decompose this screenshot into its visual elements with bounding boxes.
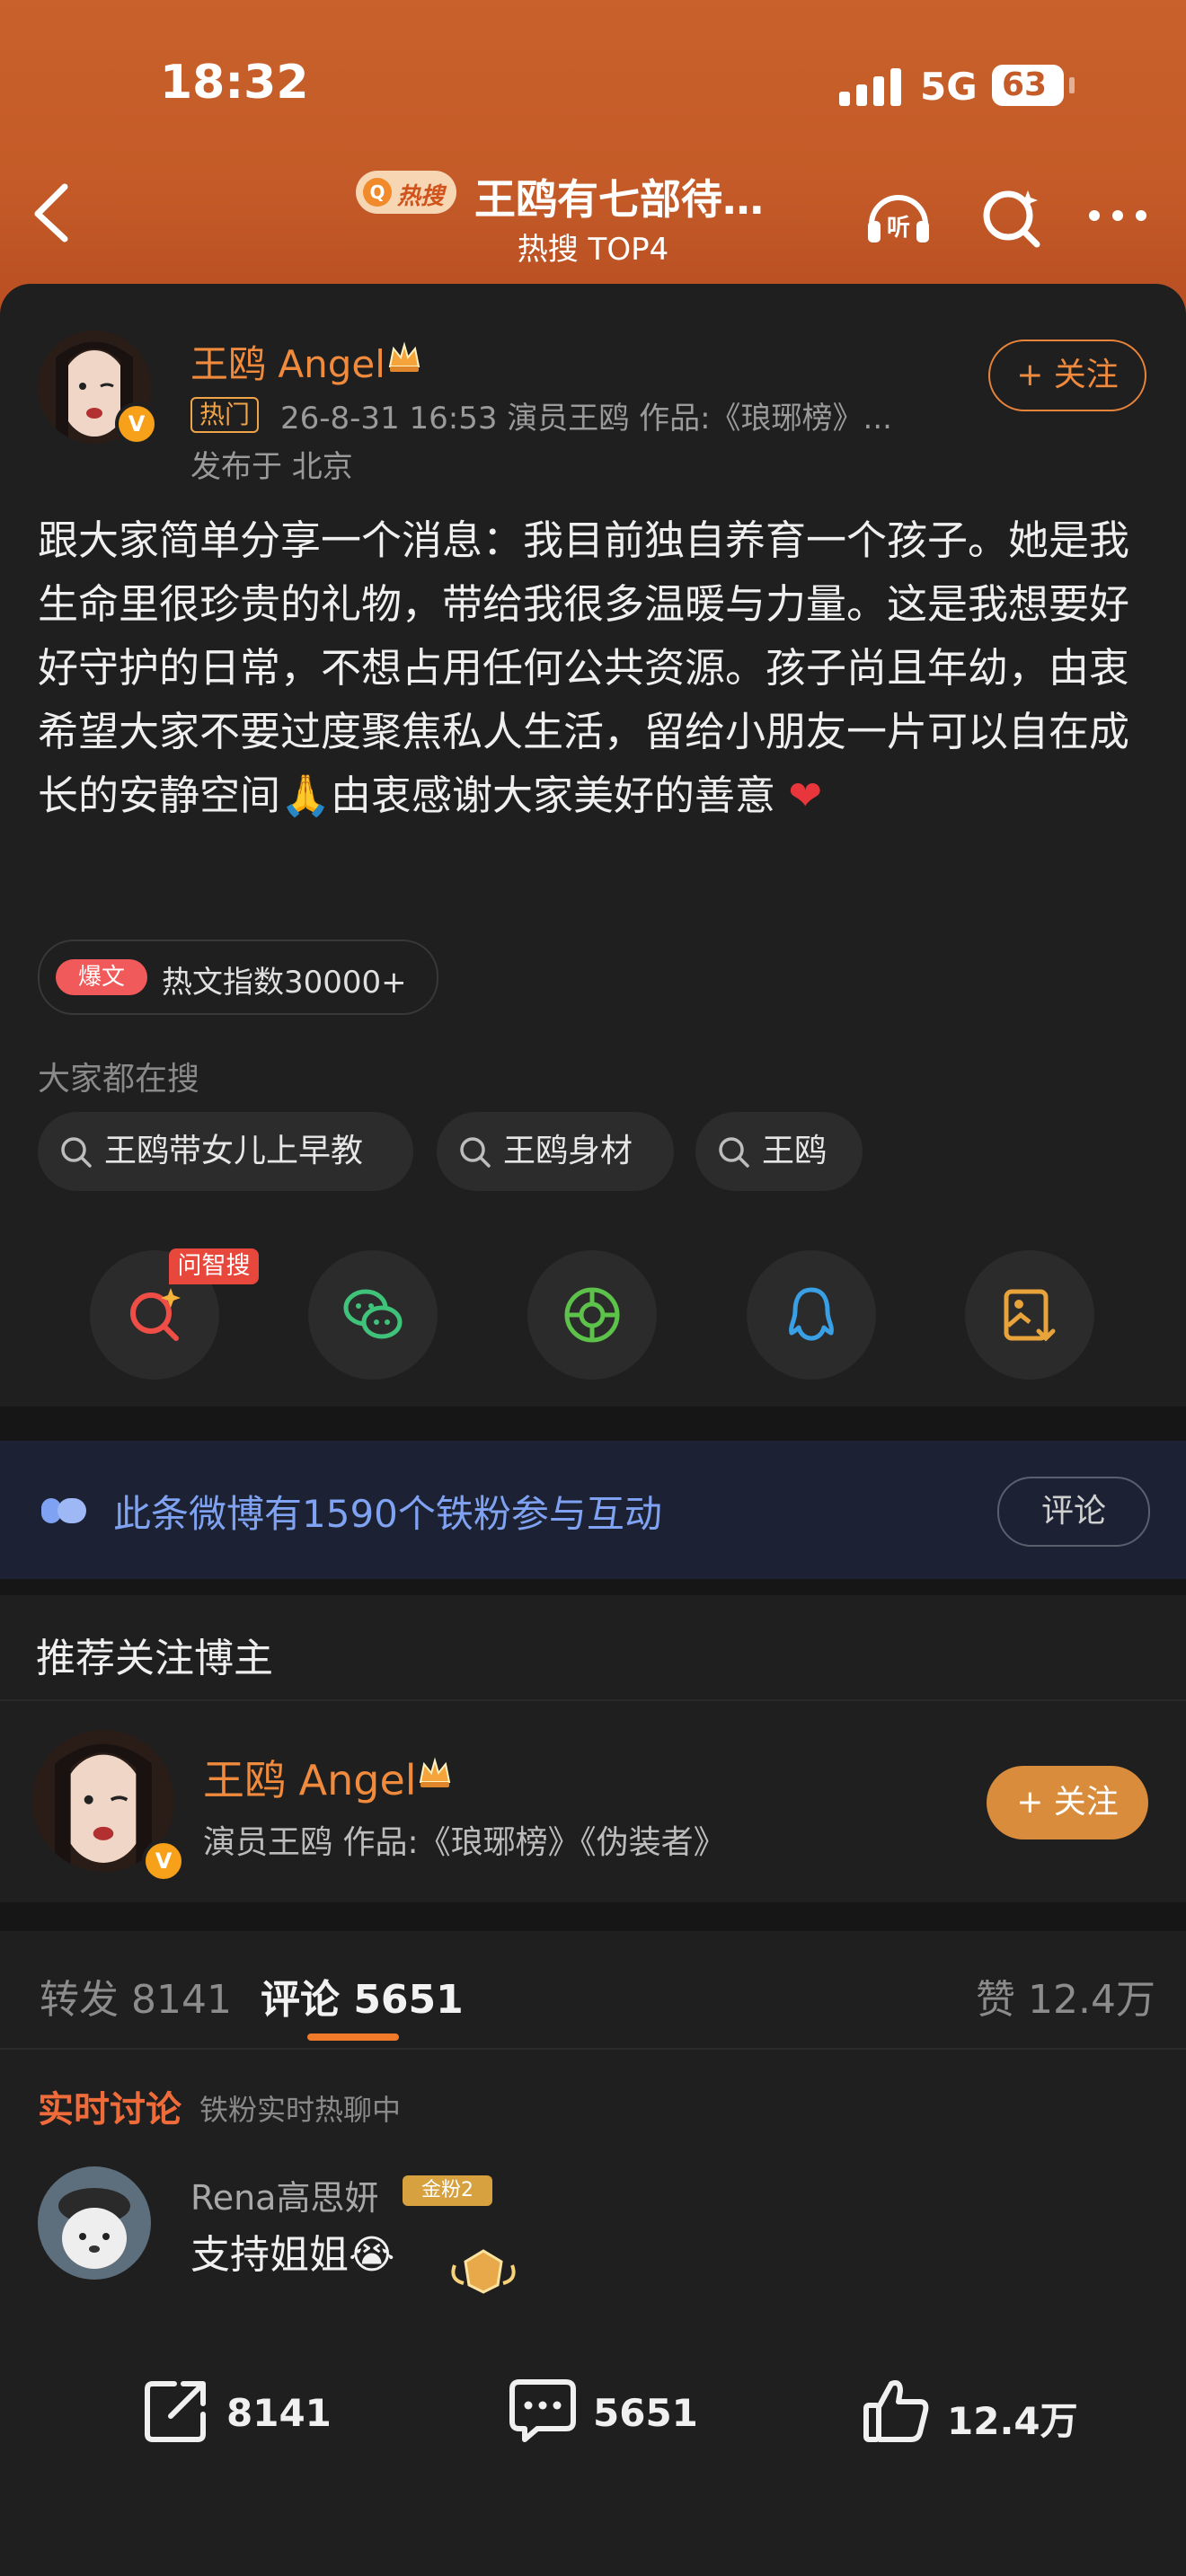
post-meta: 26-8-31 16:53 演员王鸥 作品:《琅琊榜》... <box>280 401 892 437</box>
like-button[interactable]: 12.4万 <box>861 2375 1078 2447</box>
comment-action-button[interactable]: 5651 <box>507 2375 704 2447</box>
header-background <box>0 0 1186 323</box>
signal-icon <box>839 66 902 106</box>
post-card <box>0 284 1186 1407</box>
search-chip[interactable]: 王鸥身材 <box>437 1112 674 1191</box>
battery-level: 63 <box>1001 66 1048 103</box>
battery-icon: 63 <box>992 65 1064 106</box>
active-tab-indicator <box>307 2033 399 2041</box>
share-icon <box>145 2381 206 2442</box>
network-label: 5G <box>920 65 978 109</box>
smart-search-icon <box>130 1288 181 1341</box>
crown-icon <box>386 340 422 375</box>
search-chip[interactable]: 王鸥带女儿上早教 <box>38 1112 413 1191</box>
comment-body: 支持姐姐 <box>190 2232 349 2278</box>
verified-badge-icon: V <box>115 402 158 446</box>
repost-count: 8141 <box>226 2391 332 2435</box>
like-count: 12.4万 <box>947 2399 1078 2443</box>
comments-section: 转发 8141 评论 5651 赞 12.4万 实时讨论 铁粉实时热聊中 Ren… <box>0 1931 1186 2576</box>
comment-count: 5651 <box>593 2391 698 2435</box>
tab-repost[interactable]: 转发 8141 <box>40 1967 232 2025</box>
ai-search-badge: 问智搜 <box>169 1248 259 1284</box>
heart-emoji: ❤ <box>788 772 823 819</box>
search-icon: Q <box>363 178 392 207</box>
commenter-avatar[interactable] <box>38 2166 151 2280</box>
recommended-title: 推荐关注博主 <box>36 1636 273 1681</box>
search-icon <box>61 1137 92 1168</box>
bottom-action-bar: 8141 5651 12.4万 <box>0 2335 1186 2479</box>
recommended-follow-button[interactable]: + 关注 <box>987 1766 1148 1839</box>
recommended-name[interactable]: 王鸥 Angel <box>203 1748 417 1807</box>
page-title: 王鸥有七部待… <box>474 175 764 224</box>
listen-icon[interactable]: 听 <box>863 180 934 251</box>
comment-text: 支持姐姐😭 <box>190 2222 394 2280</box>
wechat-icon <box>343 1289 403 1339</box>
search-chip-label: 王鸥身材 <box>503 1133 633 1169</box>
hot-index-text: 热文指数30000+ <box>162 965 407 1001</box>
hot-article-badge: 爆文 <box>56 959 147 995</box>
fans-interaction-text: 此条微博有1590个铁粉参与互动 <box>113 1492 662 1536</box>
verified-badge-icon: V <box>142 1839 185 1883</box>
search-icon <box>460 1137 491 1168</box>
commenter-name[interactable]: Rena高思妍 <box>190 2170 378 2219</box>
post-location: 发布于 北京 <box>190 449 353 485</box>
thumbs-up-icon <box>863 2380 929 2442</box>
crying-emoji: 😭 <box>349 2232 395 2278</box>
crown-icon <box>417 1755 453 1791</box>
search-heading: 大家都在搜 <box>38 1061 200 1098</box>
save-image-share-button[interactable] <box>965 1250 1094 1380</box>
status-time: 18:32 <box>160 56 309 110</box>
search-chip-label: 王鸥 <box>762 1133 828 1169</box>
qq-share-button[interactable] <box>747 1250 876 1380</box>
smart-search-icon[interactable] <box>976 180 1048 251</box>
moments-icon <box>564 1287 620 1343</box>
hot-search-badge: Q 热搜 <box>356 171 456 214</box>
comment-icon <box>509 2379 576 2442</box>
fan-medal-icon <box>451 2249 516 2294</box>
divider <box>0 2048 1186 2050</box>
tab-likes[interactable]: 赞 12.4万 <box>976 1967 1155 2025</box>
search-icon <box>719 1137 749 1168</box>
comment-button[interactable]: 评论 <box>997 1477 1150 1547</box>
author-name[interactable]: 王鸥 Angel <box>190 334 385 389</box>
repost-button[interactable]: 8141 <box>140 2375 338 2447</box>
fans-icon <box>41 1498 86 1523</box>
hot-tag: 热门 <box>190 397 260 433</box>
follow-button[interactable]: + 关注 <box>988 340 1146 411</box>
wechat-share-button[interactable] <box>308 1250 438 1380</box>
recommended-desc: 演员王鸥 作品:《琅琊榜》《伪装者》 <box>203 1824 726 1861</box>
hot-search-label: 热搜 <box>397 183 445 210</box>
moments-share-button[interactable] <box>527 1250 657 1380</box>
divider <box>0 1699 1186 1701</box>
gold-fan-badge: 金粉2 <box>403 2175 492 2206</box>
post-text: 跟大家简单分享一个消息：我目前独自养育一个孩子。她是我生命里很珍贵的礼物，带给我… <box>38 516 1130 819</box>
save-image-icon <box>1004 1289 1056 1342</box>
hot-index-pill[interactable]: 爆文 热文指数30000+ <box>38 940 438 1015</box>
more-icon[interactable] <box>1084 180 1155 251</box>
post-body: 跟大家简单分享一个消息：我目前独自养育一个孩子。她是我生命里很珍贵的礼物，带给我… <box>38 508 1161 827</box>
search-chip-label: 王鸥带女儿上早教 <box>104 1133 364 1169</box>
recommended-blogger-section: 推荐关注博主 V 王鸥 Angel 演员王鸥 作品:《琅琊榜》《伪装者》 + 关… <box>0 1595 1186 1902</box>
realtime-discussion-subtitle: 铁粉实时热聊中 <box>199 2093 402 2127</box>
search-chip[interactable]: 王鸥 <box>695 1112 863 1191</box>
svg-text:听: 听 <box>887 215 910 242</box>
realtime-discussion-title[interactable]: 实时讨论 <box>38 2080 181 2132</box>
battery-tip <box>1069 77 1075 93</box>
fans-interaction-banner[interactable]: 此条微博有1590个铁粉参与互动 评论 <box>0 1441 1186 1579</box>
qq-icon <box>789 1287 834 1341</box>
tab-comment[interactable]: 评论 5651 <box>261 1967 464 2025</box>
